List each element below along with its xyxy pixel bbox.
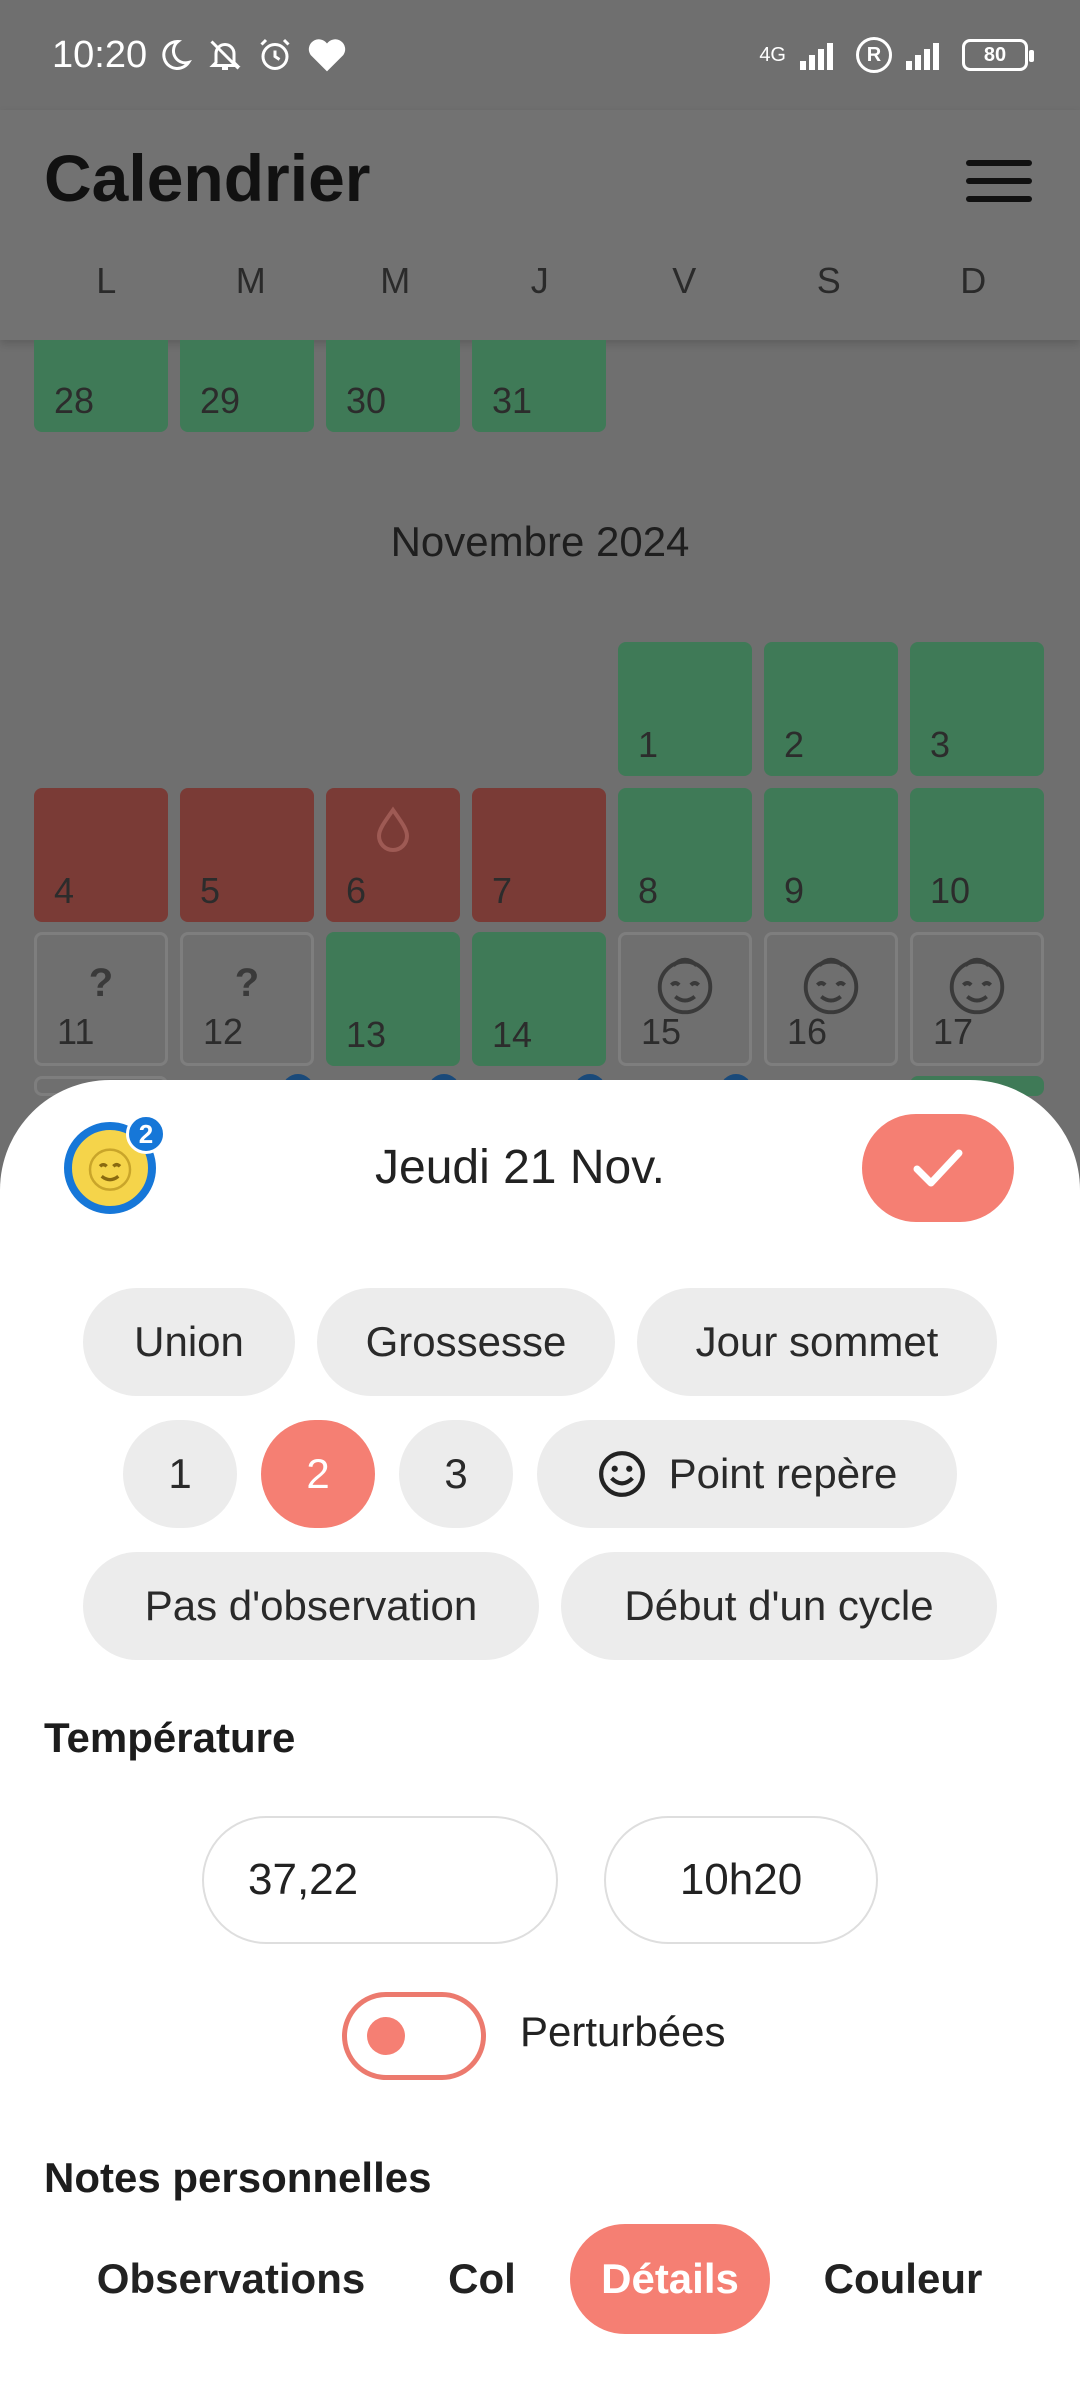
day-cell-nov-12[interactable]: ? 12 [180, 932, 314, 1066]
baby-face-icon [949, 957, 1005, 1015]
notes-tabs: Observations Col Détails Couleur [0, 2224, 1080, 2334]
roaming-icon: R [856, 37, 892, 73]
chip-number-1[interactable]: 1 [123, 1420, 237, 1528]
chip-row-2: 1 2 3 Point repère [0, 1420, 1080, 1528]
day-cell-oct-30[interactable]: 30 [326, 340, 460, 432]
weekday-label: L [96, 260, 117, 301]
weekday-label: M [235, 260, 266, 301]
drop-icon [376, 806, 410, 852]
day-cell-nov-16[interactable]: 16 [764, 932, 898, 1066]
baby-face-icon [657, 957, 713, 1015]
tab-couleur[interactable]: Couleur [800, 2224, 1006, 2334]
day-cell-nov-4[interactable]: 4 [34, 788, 168, 922]
weekday-label: V [672, 260, 697, 301]
chip-point-repere[interactable]: Point repère [537, 1420, 957, 1528]
temperature-label: Température [44, 1714, 296, 1761]
check-icon [913, 1149, 963, 1187]
day-cell-nov-8[interactable]: 8 [618, 788, 752, 922]
menu-icon[interactable] [966, 160, 1032, 210]
smiley-icon [597, 1449, 647, 1499]
confirm-button[interactable] [862, 1114, 1014, 1222]
chip-row-1: Union Grossesse Jour sommet [0, 1288, 1080, 1396]
status-time: 10:20 [52, 33, 148, 76]
day-cell-nov-14[interactable]: 14 [472, 932, 606, 1066]
weekday-header: L M M J V S D [34, 260, 1046, 302]
temperature-input[interactable]: 37,22 [202, 1816, 558, 1944]
day-edit-sheet: 2 Jeudi 21 Nov. Union Grossesse Jour som… [0, 1080, 1080, 2400]
day-cell-oct-31[interactable]: 31 [472, 340, 606, 432]
day-cell-nov-17[interactable]: 17 [910, 932, 1044, 1066]
day-cell-nov-10[interactable]: 10 [910, 788, 1044, 922]
signal-icon-2 [906, 43, 939, 70]
alarm-icon [260, 38, 290, 70]
day-cell-nov-5[interactable]: 5 [180, 788, 314, 922]
day-cell-nov-2[interactable]: 2 [764, 642, 898, 776]
weekday-label: S [816, 260, 841, 301]
perturbed-label: Perturbées [520, 2008, 726, 2055]
weekday-label: M [380, 260, 411, 301]
status-bar: 10:20 4G R 80 [0, 0, 1080, 110]
day-cell-nov-15[interactable]: 15 [618, 932, 752, 1066]
unknown-mark: ? [88, 961, 114, 1005]
day-cell-oct-29[interactable]: 29 [180, 340, 314, 432]
battery-icon: 80 [962, 39, 1034, 71]
chip-grossesse[interactable]: Grossesse [317, 1288, 615, 1396]
weekday-label: J [530, 260, 549, 301]
day-cell-nov-3[interactable]: 3 [910, 642, 1044, 776]
heart-icon [308, 39, 346, 72]
tab-col[interactable]: Col [420, 2224, 544, 2334]
chip-pas-observation[interactable]: Pas d'observation [83, 1552, 539, 1660]
chip-number-2[interactable]: 2 [261, 1420, 375, 1528]
day-cell-nov-6[interactable]: 6 [326, 788, 460, 922]
unknown-mark: ? [234, 961, 260, 1005]
network-type: 4G [759, 43, 786, 66]
baby-face-icon [803, 957, 859, 1015]
chip-debut-cycle[interactable]: Début d'un cycle [561, 1552, 997, 1660]
tab-details[interactable]: Détails [570, 2224, 770, 2334]
signal-icon [800, 43, 833, 70]
chip-jour-sommet[interactable]: Jour sommet [637, 1288, 997, 1396]
page-title: Calendrier [44, 141, 371, 215]
weekday-label: D [960, 260, 987, 301]
tab-observations[interactable]: Observations [86, 2224, 376, 2334]
day-cell-nov-7[interactable]: 7 [472, 788, 606, 922]
chip-row-3: Pas d'observation Début d'un cycle [0, 1552, 1080, 1660]
toggle-knob [367, 2017, 405, 2055]
perturbed-toggle[interactable] [342, 1992, 486, 2080]
month-title: Novembre 2024 [390, 518, 690, 565]
day-cell-oct-28[interactable]: 28 [34, 340, 168, 432]
notes-label: Notes personnelles [44, 2154, 432, 2201]
day-cell-nov-11[interactable]: ? 11 [34, 932, 168, 1066]
muted-bell-icon [209, 40, 241, 70]
day-cell-nov-13[interactable]: 13 [326, 932, 460, 1066]
day-cell-nov-1[interactable]: 1 [618, 642, 752, 776]
moon-icon [162, 39, 193, 70]
time-input[interactable]: 10h20 [604, 1816, 878, 1944]
day-cell-nov-9[interactable]: 9 [764, 788, 898, 922]
chip-point-repere-label: Point repère [668, 1450, 898, 1497]
chip-union[interactable]: Union [83, 1288, 295, 1396]
chip-number-3[interactable]: 3 [399, 1420, 513, 1528]
app-bar: Calendrier L M M J V S D [0, 110, 1080, 340]
